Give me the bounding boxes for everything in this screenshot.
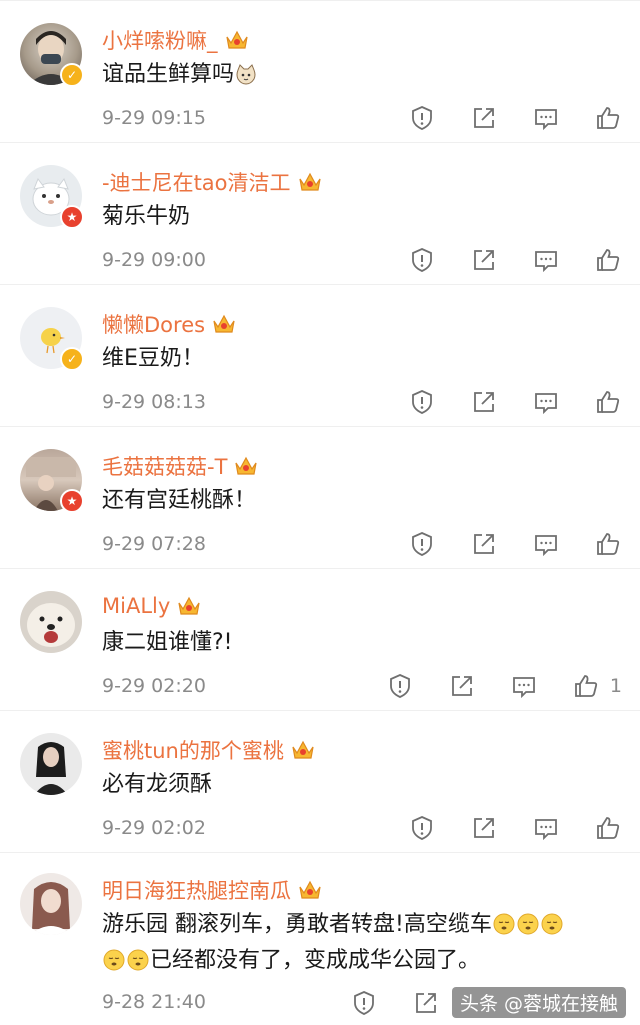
like-button[interactable] [594, 530, 622, 558]
comment-text: 谊品生鲜算吗 [102, 57, 258, 93]
share-icon[interactable] [412, 989, 440, 1017]
share-icon[interactable] [448, 672, 476, 700]
star-badge-icon: ★ [60, 205, 84, 229]
report-icon[interactable] [408, 246, 436, 274]
crown-icon [292, 740, 314, 759]
comment-icon[interactable] [532, 104, 560, 132]
report-icon[interactable] [408, 530, 436, 558]
comment-item: 蜜桃tun的那个蜜桃 必有龙须酥 9-29 02:02 [0, 710, 640, 853]
cat-emoji [236, 64, 256, 85]
sleepy-face-emoji [103, 949, 125, 971]
avatar[interactable] [20, 591, 82, 653]
avatar[interactable] [20, 733, 82, 795]
comment-timestamp: 9-29 02:02 [102, 817, 206, 839]
sleepy-face-emoji [517, 913, 539, 935]
avatar[interactable]: ★ [20, 449, 84, 513]
verified-badge-icon: ✓ [60, 347, 84, 371]
comment-icon[interactable] [532, 530, 560, 558]
comment-item: ★ -迪士尼在tao清洁工 菊乐牛奶 9-29 09:00 [0, 142, 640, 285]
comment-username[interactable]: 懒懒Dores [102, 309, 237, 339]
comment-username[interactable]: 小烊嗦粉嘛_ [102, 25, 250, 55]
report-icon[interactable] [350, 989, 378, 1017]
comment-actions: 1 [352, 672, 622, 700]
share-icon[interactable] [470, 246, 498, 274]
comment-text: 康二姐谁懂?! [102, 630, 233, 655]
report-icon[interactable] [386, 672, 414, 700]
like-button[interactable] [594, 246, 622, 274]
comment-username[interactable]: MiALly [102, 593, 202, 619]
like-button[interactable]: 1 [572, 672, 622, 700]
share-icon[interactable] [470, 388, 498, 416]
share-icon[interactable] [470, 530, 498, 558]
share-icon[interactable] [470, 104, 498, 132]
crown-icon [299, 880, 321, 899]
comment-item: ★ 毛菇菇菇菇-T 还有宫廷桃酥！ 9-29 07:28 [0, 426, 640, 569]
crown-icon [235, 456, 257, 475]
sleepy-face-emoji [127, 949, 149, 971]
star-badge-icon: ★ [60, 489, 84, 513]
comment-actions [374, 104, 622, 132]
comment-username[interactable]: 明日海狂热腿控南瓜 [102, 875, 323, 905]
watermark: 头条 @蓉城在接触 [451, 987, 626, 1018]
comment-item: 明日海狂热腿控南瓜 游乐园 翻滚列车，勇敢者转盘!高空缆车 已经都没有了，变成成… [0, 852, 640, 1025]
like-button[interactable] [594, 104, 622, 132]
comment-actions [316, 989, 440, 1017]
crown-icon [213, 314, 235, 333]
comment-timestamp: 9-29 09:00 [102, 249, 206, 271]
like-button[interactable] [594, 388, 622, 416]
comment-icon[interactable] [510, 672, 538, 700]
comment-text: 维E豆奶！ [102, 346, 204, 371]
verified-badge-icon: ✓ [60, 63, 84, 87]
like-button[interactable] [594, 814, 622, 842]
comment-icon[interactable] [532, 246, 560, 274]
comment-timestamp: 9-29 07:28 [102, 533, 206, 555]
report-icon[interactable] [408, 104, 436, 132]
comment-username[interactable]: -迪士尼在tao清洁工 [102, 167, 323, 197]
comment-text: 游乐园 翻滚列车，勇敢者转盘!高空缆车 已经都没有了，变成成华公园了。 [102, 907, 564, 979]
comment-actions [374, 388, 622, 416]
avatar[interactable] [20, 873, 82, 935]
comment-timestamp: 9-29 08:13 [102, 391, 206, 413]
comment-item: ✓ 懒懒Dores 维E豆奶！ 9-29 08:13 [0, 284, 640, 427]
comment-text: 还有宫廷桃酥！ [102, 488, 257, 513]
comment-username[interactable]: 毛菇菇菇菇-T [102, 451, 259, 481]
report-icon[interactable] [408, 814, 436, 842]
report-icon[interactable] [408, 388, 436, 416]
comment-username[interactable]: 蜜桃tun的那个蜜桃 [102, 735, 316, 765]
comment-timestamp: 9-28 21:40 [102, 991, 206, 1013]
like-icon [597, 533, 620, 555]
crown-icon [298, 172, 321, 191]
avatar[interactable]: ★ [20, 165, 84, 229]
like-icon [597, 817, 620, 839]
comment-actions [374, 814, 622, 842]
crown-icon [225, 30, 248, 49]
sleepy-face-emoji [541, 913, 563, 935]
like-icon [597, 391, 620, 413]
avatar[interactable]: ✓ [20, 23, 84, 87]
comment-actions [374, 246, 622, 274]
comment-text: 必有龙须酥 [102, 772, 213, 797]
comment-item: MiALly 康二姐谁懂?! 9-29 02:20 1 [0, 568, 640, 711]
like-icon [597, 107, 620, 129]
comment-feed: ✓ 小烊嗦粉嘛_ 谊品生鲜算吗 9-29 09:15 ★ -迪士尼在tao清洁工… [0, 0, 640, 1025]
comment-item: ✓ 小烊嗦粉嘛_ 谊品生鲜算吗 9-29 09:15 [0, 0, 640, 143]
comment-icon[interactable] [532, 814, 560, 842]
avatar[interactable]: ✓ [20, 307, 84, 371]
sleepy-face-emoji [493, 913, 515, 935]
share-icon[interactable] [470, 814, 498, 842]
comment-icon[interactable] [532, 388, 560, 416]
crown-icon [178, 596, 200, 615]
comment-actions [374, 530, 622, 558]
comment-timestamp: 9-29 09:15 [102, 107, 206, 129]
like-icon [575, 675, 598, 697]
comment-text: 菊乐牛奶 [102, 204, 191, 229]
like-icon [597, 249, 620, 271]
comment-timestamp: 9-29 02:20 [102, 675, 206, 697]
like-count: 1 [609, 675, 622, 697]
